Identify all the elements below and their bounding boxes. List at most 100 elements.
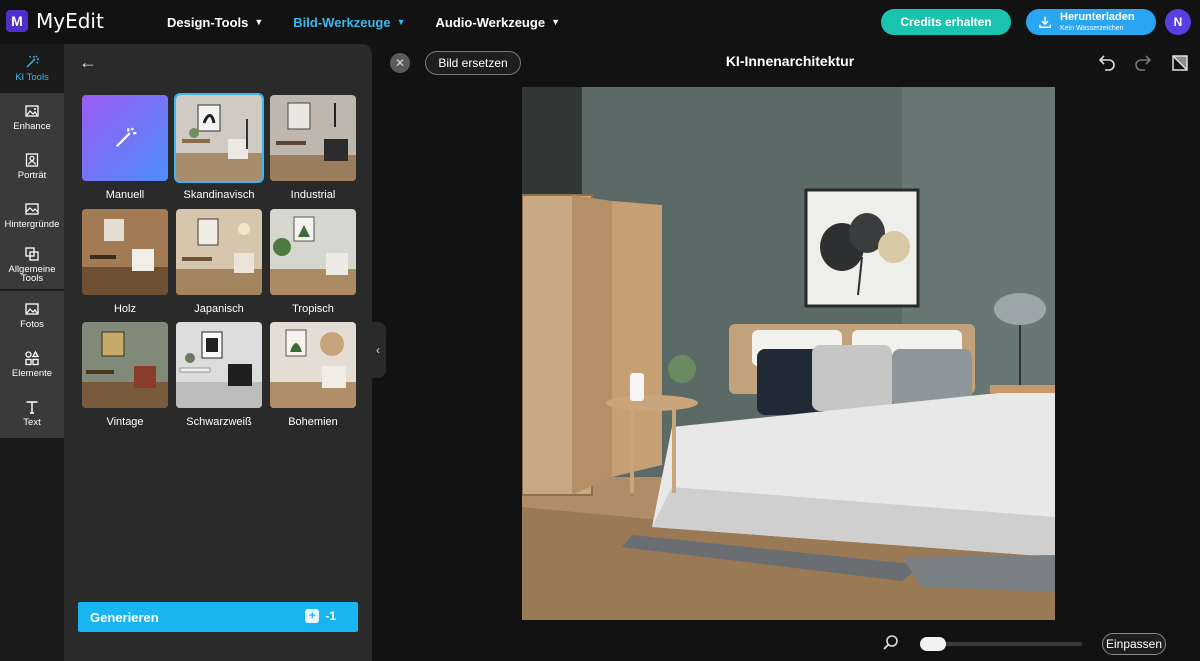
text-icon: [26, 401, 38, 414]
rail-label: Allgemeine Tools: [8, 263, 56, 284]
scandinavian-room-image: [176, 95, 262, 181]
nav-design-tools[interactable]: Design-Tools ▼: [167, 15, 263, 30]
style-label: Vintage: [106, 416, 144, 428]
style-tile-skandinavisch[interactable]: Skandinavisch: [174, 93, 264, 201]
nav-audio-werkzeuge[interactable]: Audio-Werkzeuge ▼: [436, 15, 560, 30]
style-thumb: [270, 209, 356, 295]
style-label: Skandinavisch: [183, 189, 255, 201]
nav-label: Bild-Werkzeuge: [293, 14, 391, 30]
rail-group-add: Fotos Elemente Text: [0, 291, 64, 438]
bedroom-render: [522, 87, 1055, 620]
avatar[interactable]: N: [1165, 9, 1191, 35]
style-tile-schwarzweiss[interactable]: Schwarzweiß: [176, 322, 262, 428]
credit-icon: +: [305, 609, 320, 623]
app-root: M MyEdit Design-Tools ▼ Bild-Werkzeuge ▼…: [0, 0, 1200, 661]
rail-group-edit: Enhance Porträt Hintergründe Allgemeine …: [0, 93, 64, 289]
photo-icon: [25, 303, 39, 315]
style-tile-tropisch[interactable]: Tropisch: [270, 209, 356, 315]
rail-item-allgemeine-tools[interactable]: Allgemeine Tools: [0, 240, 64, 289]
chevron-left-icon: ‹: [376, 343, 380, 357]
style-thumb: [176, 209, 262, 295]
credits-button[interactable]: Credits erhalten: [881, 9, 1011, 35]
redo-icon[interactable]: [1133, 53, 1153, 73]
replace-image-button[interactable]: Bild ersetzen: [425, 51, 521, 75]
magic-wand-icon: [116, 127, 137, 147]
rail-item-fotos[interactable]: Fotos: [0, 291, 64, 340]
back-arrow-icon[interactable]: ←: [79, 52, 97, 73]
rail-label: Enhance: [13, 121, 51, 133]
collapse-panel-button[interactable]: ‹: [370, 322, 386, 378]
rail-item-enhance[interactable]: Enhance: [0, 93, 64, 142]
nav-bild-werkzeuge[interactable]: Bild-Werkzeuge ▼: [293, 15, 405, 30]
style-tile-bohemien[interactable]: Bohemien: [270, 322, 356, 428]
generate-button[interactable]: Generieren + -1: [78, 602, 358, 632]
japanese-room-image: [176, 209, 262, 295]
style-panel: ← Manuell Skandinavisch Industrial Holz …: [64, 44, 372, 661]
chevron-down-icon: ▼: [551, 17, 560, 27]
download-button[interactable]: Herunterladen Kein Wasserzeichen: [1026, 9, 1156, 35]
style-thumb: [176, 322, 262, 408]
tropical-room-image: [270, 209, 356, 295]
style-thumb: [270, 322, 356, 408]
rail-label: Elemente: [11, 368, 53, 380]
style-label: Manuell: [105, 189, 145, 201]
style-label: Industrial: [290, 189, 336, 201]
rail-label: KI Tools: [15, 72, 49, 84]
style-tile-manuell[interactable]: Manuell: [82, 95, 168, 201]
rail-label: Text: [23, 417, 41, 429]
zoom-slider[interactable]: [920, 637, 1082, 651]
nav-label: Audio-Werkzeuge: [435, 14, 546, 30]
rail-item-text[interactable]: Text: [0, 389, 64, 438]
zoom-icon[interactable]: [882, 634, 900, 652]
compare-icon[interactable]: [1170, 53, 1190, 73]
style-tile-japanisch[interactable]: Japanisch: [176, 209, 262, 315]
elements-icon: [25, 350, 40, 366]
magic-wand-icon: [26, 55, 39, 68]
portrait-icon: [25, 153, 39, 167]
cost-value: -1: [325, 609, 336, 623]
black-white-room-image: [176, 322, 262, 408]
style-label: Schwarzweiß: [186, 416, 252, 428]
nav-label: Design-Tools: [167, 14, 249, 30]
style-label: Tropisch: [292, 303, 334, 315]
close-button[interactable]: ✕: [390, 53, 410, 73]
rail-item-portraet[interactable]: Porträt: [0, 142, 64, 191]
boho-room-image: [270, 322, 356, 408]
style-tile-vintage[interactable]: Vintage: [82, 322, 168, 428]
generate-cost: + -1: [305, 609, 336, 623]
style-thumb: [82, 209, 168, 295]
industrial-room-image: [270, 95, 356, 181]
canvas-title: KI-Innenarchitektur: [725, 53, 855, 69]
rail-label: Hintergründe: [4, 219, 60, 231]
rail-item-ki-tools[interactable]: KI Tools: [0, 44, 64, 93]
style-label: Japanisch: [194, 303, 244, 315]
logo[interactable]: M MyEdit: [6, 9, 104, 33]
style-thumb: [82, 322, 168, 408]
style-thumb: [82, 95, 168, 181]
main-nav: Design-Tools ▼ Bild-Werkzeuge ▼ Audio-We…: [167, 0, 590, 44]
undo-icon[interactable]: [1097, 53, 1117, 73]
logo-mark: M: [6, 10, 28, 32]
chevron-down-icon: ▼: [396, 17, 406, 27]
download-icon: [1039, 16, 1051, 28]
style-tile-holz[interactable]: Holz: [82, 209, 168, 315]
tool-rail: KI Tools Enhance Porträt Hintergründe Al…: [0, 44, 64, 661]
wood-room-image: [82, 209, 168, 295]
top-bar: M MyEdit Design-Tools ▼ Bild-Werkzeuge ▼…: [0, 0, 1200, 44]
style-label: Bohemien: [288, 416, 338, 428]
style-label: Holz: [113, 303, 136, 315]
rail-item-hintergruende[interactable]: Hintergründe: [0, 191, 64, 240]
rail-item-elemente[interactable]: Elemente: [0, 340, 64, 389]
bedroom-preview-image: [522, 87, 1055, 620]
download-label: Herunterladen: [1060, 11, 1135, 23]
style-thumb: [174, 93, 264, 183]
style-tile-industrial[interactable]: Industrial: [270, 95, 356, 201]
vintage-room-image: [82, 322, 168, 408]
download-sublabel: Kein Wasserzeichen: [1060, 25, 1124, 32]
background-icon: [25, 203, 39, 215]
zoom-slider-knob[interactable]: [920, 637, 946, 651]
download-text: Herunterladen Kein Wasserzeichen: [1060, 11, 1135, 33]
tools-icon: [25, 246, 39, 261]
generate-label: Generieren: [90, 609, 159, 625]
fit-button[interactable]: Einpassen: [1102, 633, 1166, 655]
